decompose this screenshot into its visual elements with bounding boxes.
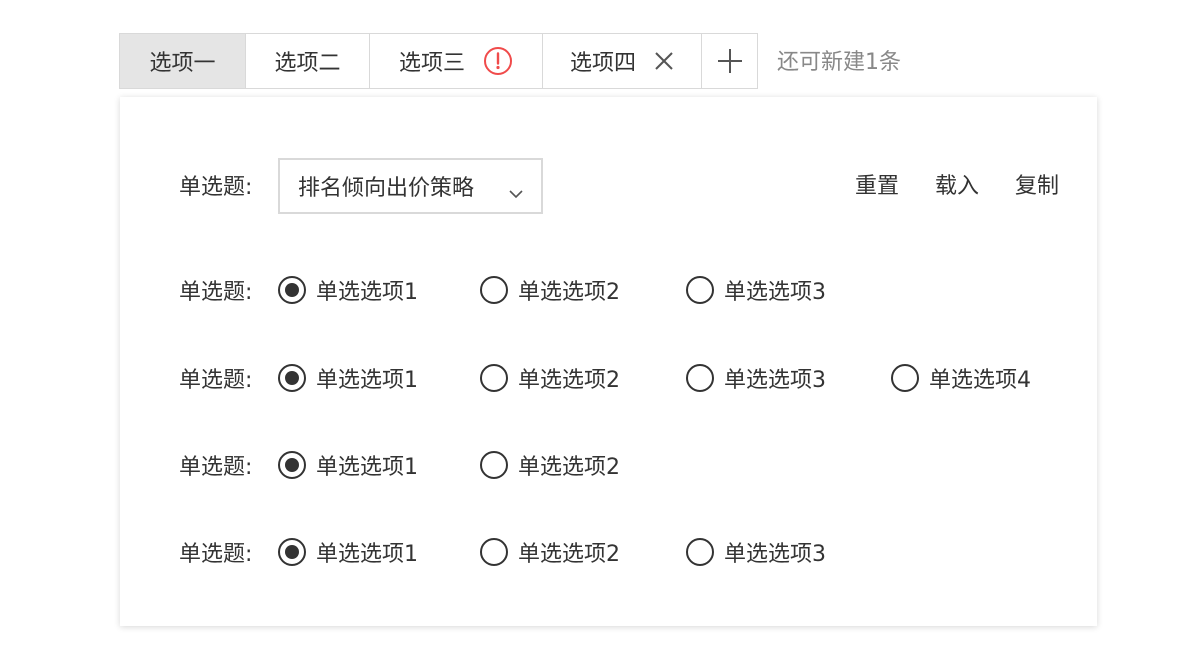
radio-checked-icon bbox=[278, 276, 306, 304]
radio-row-3: 单选题: 单选选项1 单选选项2 bbox=[179, 445, 1079, 485]
radio-option-1[interactable]: 单选选项1 bbox=[278, 449, 418, 481]
radio-group-label: 单选题: bbox=[179, 455, 253, 480]
radio-unchecked-icon bbox=[686, 364, 714, 392]
radio-unchecked-icon bbox=[480, 538, 508, 566]
remaining-count-text: 还可新建1条 bbox=[777, 50, 901, 75]
reset-button[interactable]: 重置 bbox=[855, 168, 899, 200]
radio-option-label: 单选选项1 bbox=[316, 280, 418, 305]
select-value: 排名倾向出价策略 bbox=[298, 176, 475, 201]
radio-unchecked-icon bbox=[686, 276, 714, 304]
radio-option-3[interactable]: 单选选项3 bbox=[686, 362, 826, 394]
select-row: 单选题: bbox=[179, 165, 278, 205]
radio-option-2[interactable]: 单选选项2 bbox=[480, 362, 620, 394]
tab-bar: 选项一 选项二 选项三 选项四 bbox=[119, 33, 758, 89]
radio-row-1: 单选题: 单选选项1 单选选项2 单选选项3 bbox=[179, 270, 1079, 310]
radio-option-label: 单选选项2 bbox=[518, 280, 620, 305]
tab-label: 选项二 bbox=[274, 51, 341, 76]
tab-option-2[interactable]: 选项二 bbox=[245, 33, 370, 89]
form-panel: 单选题: 排名倾向出价策略 重置 载入 复制 单选题: 单选选项1 单选选项2 单选选… bbox=[120, 97, 1097, 626]
tab-label: 选项一 bbox=[149, 51, 216, 76]
select-label: 单选题: bbox=[179, 175, 253, 200]
action-links: 重置 载入 复制 bbox=[855, 168, 1059, 200]
radio-dot bbox=[285, 545, 299, 559]
radio-unchecked-icon bbox=[480, 364, 508, 392]
add-tab-button[interactable] bbox=[701, 33, 758, 89]
radio-group-label: 单选题: bbox=[179, 280, 253, 305]
radio-checked-icon bbox=[278, 538, 306, 566]
copy-button[interactable]: 复制 bbox=[1015, 168, 1059, 200]
radio-group-label: 单选题: bbox=[179, 368, 253, 393]
tab-option-3[interactable]: 选项三 bbox=[369, 33, 543, 89]
tab-label: 选项四 bbox=[569, 51, 636, 76]
radio-option-label: 单选选项3 bbox=[724, 280, 826, 305]
radio-dot bbox=[285, 371, 299, 385]
radio-unchecked-icon bbox=[686, 538, 714, 566]
radio-unchecked-icon bbox=[480, 451, 508, 479]
tab-option-4[interactable]: 选项四 bbox=[542, 33, 702, 89]
plus-icon bbox=[717, 48, 743, 74]
radio-unchecked-icon bbox=[480, 276, 508, 304]
radio-option-3[interactable]: 单选选项3 bbox=[686, 274, 826, 306]
radio-dot bbox=[285, 458, 299, 472]
radio-option-2[interactable]: 单选选项2 bbox=[480, 536, 620, 568]
radio-option-label: 单选选项1 bbox=[316, 368, 418, 393]
radio-group-label: 单选题: bbox=[179, 542, 253, 567]
radio-option-label: 单选选项1 bbox=[316, 542, 418, 567]
radio-unchecked-icon bbox=[891, 364, 919, 392]
chevron-down-icon bbox=[509, 180, 523, 205]
tab-option-1[interactable]: 选项一 bbox=[119, 33, 246, 89]
radio-checked-icon bbox=[278, 364, 306, 392]
radio-row-2: 单选题: 单选选项1 单选选项2 单选选项3 单选选项4 bbox=[179, 358, 1079, 398]
radio-option-label: 单选选项3 bbox=[724, 368, 826, 393]
radio-option-3[interactable]: 单选选项3 bbox=[686, 536, 826, 568]
radio-option-label: 单选选项3 bbox=[724, 542, 826, 567]
radio-dot bbox=[285, 283, 299, 297]
radio-option-1[interactable]: 单选选项1 bbox=[278, 536, 418, 568]
radio-option-label: 单选选项2 bbox=[518, 368, 620, 393]
load-button[interactable]: 载入 bbox=[935, 168, 979, 200]
radio-row-4: 单选题: 单选选项1 单选选项2 单选选项3 bbox=[179, 532, 1079, 572]
radio-option-1[interactable]: 单选选项1 bbox=[278, 274, 418, 306]
radio-option-label: 单选选项2 bbox=[518, 542, 620, 567]
radio-checked-icon bbox=[278, 451, 306, 479]
strategy-select[interactable]: 排名倾向出价策略 bbox=[278, 158, 543, 214]
warning-circle-icon bbox=[483, 46, 513, 76]
radio-option-1[interactable]: 单选选项1 bbox=[278, 362, 418, 394]
radio-option-4[interactable]: 单选选项4 bbox=[891, 362, 1031, 394]
tab-label: 选项三 bbox=[398, 51, 465, 76]
radio-option-label: 单选选项2 bbox=[518, 455, 620, 480]
radio-option-label: 单选选项4 bbox=[929, 368, 1031, 393]
radio-option-2[interactable]: 单选选项2 bbox=[480, 449, 620, 481]
close-icon[interactable] bbox=[654, 51, 674, 71]
radio-option-label: 单选选项1 bbox=[316, 455, 418, 480]
radio-option-2[interactable]: 单选选项2 bbox=[480, 274, 620, 306]
